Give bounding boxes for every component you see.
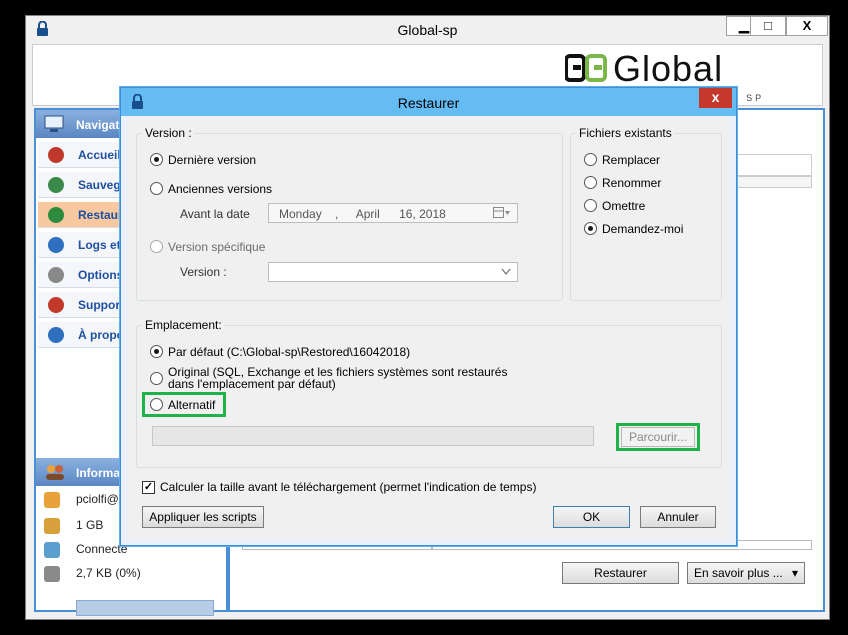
calc-size-checkbox[interactable]: ✓ (142, 481, 155, 494)
backup-icon (48, 177, 64, 193)
ask-me-radio[interactable] (584, 222, 597, 235)
original-location-label: Original (SQL, Exchange et les fichiers … (168, 366, 507, 390)
dialog-title: Restaurer (397, 95, 460, 111)
dialog-body: Version : Dernière version Anciennes ver… (128, 116, 729, 540)
tools-icon (48, 267, 64, 283)
chevron-down-icon (501, 268, 511, 276)
storage-icon (44, 518, 60, 534)
house-icon (48, 147, 64, 163)
before-date-label: Avant la date (180, 207, 250, 221)
original-location-line2: dans l'emplacement par défaut) (168, 377, 336, 391)
column-header (735, 176, 812, 188)
calc-size-label: Calculer la taille avant le téléchargeme… (160, 480, 537, 494)
apply-scripts-button[interactable]: Appliquer les scripts (142, 506, 264, 528)
info-user-label: pciolfi@ (76, 492, 119, 506)
ask-me-label: Demandez-moi (602, 222, 684, 236)
cancel-button[interactable]: Annuler (640, 506, 716, 528)
rename-radio[interactable] (584, 176, 597, 189)
version-group: Version : Dernière version Anciennes ver… (136, 126, 563, 301)
version-select[interactable] (268, 262, 518, 282)
learn-more-button[interactable]: En savoir plus ... ▾ (687, 562, 805, 584)
navigation-header-label: Navigat (76, 118, 120, 132)
monitor-icon (44, 115, 64, 132)
info-user: pciolfi@ (44, 492, 119, 508)
date-day-year: 16, 2018 (399, 207, 446, 221)
dialog-titlebar: Restaurer x (121, 88, 736, 116)
learn-more-label: En savoir plus ... (694, 566, 783, 580)
main-window-title: Global-sp (397, 22, 458, 38)
latest-version-radio[interactable] (150, 153, 163, 166)
dialog-close-button[interactable]: x (699, 88, 732, 108)
restore-button[interactable]: Restaurer (562, 562, 679, 584)
logs-icon (48, 237, 64, 253)
replace-label: Remplacer (602, 153, 661, 167)
info-usage-label: 2,7 KB (0%) (76, 566, 141, 580)
original-location-radio[interactable] (150, 372, 163, 385)
existing-files-group: Fichiers existants Remplacer Renommer Om… (570, 126, 722, 301)
panel-field (735, 154, 812, 176)
info-status: Connecte (44, 542, 127, 558)
restore-dialog: Restaurer x Version : Dernière version A… (120, 87, 737, 546)
location-group: Emplacement: Par défaut (C:\Global-sp\Re… (136, 318, 722, 468)
browse-button[interactable]: Parcourir... (621, 427, 695, 447)
replace-radio[interactable] (584, 153, 597, 166)
version-select-label: Version : (180, 265, 227, 279)
info-usage: 2,7 KB (0%) (44, 566, 141, 582)
nav-item-label: Logs et (78, 238, 121, 252)
older-versions-radio[interactable] (150, 182, 163, 195)
information-header-label: Informa (76, 466, 121, 480)
date-picker[interactable]: Monday , April 16, 2018 (268, 203, 518, 223)
usage-progress-bar (76, 600, 214, 616)
connection-icon (44, 542, 60, 558)
date-month: April (355, 207, 380, 221)
alternate-location-label: Alternatif (168, 398, 216, 412)
info-quota-label: 1 GB (76, 518, 104, 532)
existing-files-legend: Fichiers existants (577, 126, 674, 140)
chevron-down-icon: ▾ (791, 566, 798, 580)
nav-item-label: Restaur (78, 208, 123, 222)
users-icon (46, 465, 64, 480)
maximize-button[interactable]: □ (750, 16, 786, 36)
specific-version-label: Version spécifique (168, 240, 266, 254)
nav-item-label: Support (78, 298, 124, 312)
calendar-icon[interactable] (493, 207, 511, 219)
location-legend: Emplacement: (143, 318, 224, 332)
date-separator: , (335, 207, 339, 221)
close-button[interactable]: X (786, 16, 828, 36)
info-quota: 1 GB (44, 518, 104, 534)
version-legend: Version : (143, 126, 194, 140)
skip-radio[interactable] (584, 199, 597, 212)
support-icon (48, 297, 64, 313)
specific-version-radio[interactable] (150, 240, 163, 253)
restore-icon (48, 207, 64, 223)
latest-version-label: Dernière version (168, 153, 257, 167)
disk-icon (44, 566, 60, 582)
default-location-radio[interactable] (150, 345, 163, 358)
info-icon (48, 327, 64, 343)
default-location-label: Par défaut (C:\Global-sp\Restored\160420… (168, 345, 411, 359)
rename-label: Renommer (602, 176, 662, 190)
alternate-location-radio[interactable] (150, 398, 163, 411)
ok-button[interactable]: OK (553, 506, 630, 528)
nav-item-label: À propo (78, 328, 124, 342)
main-titlebar: Global-sp ▁ □ X (26, 16, 829, 43)
nav-item-label: Accueil (78, 148, 121, 162)
nav-item-label: Options (78, 268, 124, 282)
alternate-path-input[interactable] (152, 426, 594, 446)
older-versions-label: Anciennes versions (168, 182, 273, 196)
logo-subtext: L SP (733, 93, 765, 103)
global-backup-logo-icon (565, 54, 607, 82)
skip-label: Omettre (602, 199, 646, 213)
users-icon (44, 492, 60, 508)
date-day-name: Monday (279, 207, 322, 221)
